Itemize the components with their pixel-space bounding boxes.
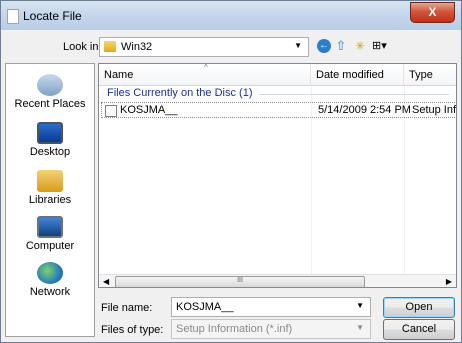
desktop-icon [37, 122, 63, 144]
back-arrow-icon[interactable]: ← [317, 39, 331, 53]
place-label: Computer [25, 240, 75, 252]
column-header-date-modified[interactable]: Date modified [311, 64, 404, 86]
file-row[interactable]: KOSJMA__ 5/14/2009 2:54 PM Setup Info [101, 102, 457, 118]
folder-icon [104, 41, 116, 52]
file-name-label: File name: [101, 302, 153, 314]
network-icon [37, 262, 63, 284]
place-label: Desktop [29, 146, 71, 158]
chevron-down-icon: ▼ [294, 41, 302, 50]
computer-icon [37, 216, 63, 238]
column-header-label: Name [104, 69, 134, 81]
close-button[interactable]: X [410, 2, 455, 23]
file-name-value: KOSJMA__ [176, 301, 234, 313]
file-type-label: Files of type: [101, 324, 164, 336]
document-icon [7, 9, 19, 24]
recent-places-icon [37, 74, 63, 96]
view-menu-icon[interactable]: ⊞▾ [372, 39, 394, 53]
file-row-type: Setup Info [412, 104, 457, 116]
file-name-input[interactable]: KOSJMA__ ▼ [171, 297, 371, 317]
setup-file-icon [105, 105, 117, 117]
place-computer[interactable]: Computer [6, 216, 94, 252]
open-button[interactable]: Open [383, 297, 455, 318]
group-header[interactable]: Files Currently on the Disc (1) [107, 87, 253, 99]
group-divider [259, 94, 449, 95]
scroll-left-icon[interactable]: ◀ [103, 275, 109, 287]
file-row-date: 5/14/2009 2:54 PM [318, 104, 411, 116]
file-type-dropdown[interactable]: Setup Information (*.inf) ▼ [171, 319, 371, 339]
file-row-name: KOSJMA__ [120, 104, 178, 116]
column-header-type[interactable]: Type [404, 64, 456, 86]
file-type-value: Setup Information (*.inf) [176, 323, 293, 335]
look-in-label: Look in: [63, 41, 102, 53]
place-desktop[interactable]: Desktop [6, 122, 94, 158]
title-bar: Locate File X [1, 1, 461, 30]
window-title: Locate File [23, 9, 82, 23]
places-bar: Recent Places Desktop Libraries Computer… [5, 63, 95, 337]
place-label: Libraries [28, 194, 72, 206]
libraries-icon [37, 170, 63, 192]
new-folder-icon[interactable]: ✳ [353, 39, 367, 53]
chevron-down-icon: ▼ [356, 323, 364, 332]
scroll-right-icon[interactable]: ▶ [446, 275, 452, 287]
look-in-dropdown[interactable]: Win32 ▼ [99, 37, 309, 57]
place-network[interactable]: Network [6, 262, 94, 298]
locate-file-dialog: Locate File X Look in: Win32 ▼ ← ⇧ ✳ ⊞▾ … [0, 0, 462, 343]
up-folder-icon[interactable]: ⇧ [334, 39, 348, 53]
file-list[interactable]: Name ^ Date modified Type Files Currentl… [98, 63, 457, 288]
horizontal-scrollbar[interactable]: ◀ III ▶ [99, 274, 456, 287]
chevron-down-icon[interactable]: ▼ [356, 301, 364, 310]
place-label: Recent Places [14, 98, 86, 110]
scrollbar-thumb[interactable]: III [115, 276, 365, 287]
place-label: Network [29, 286, 71, 298]
place-libraries[interactable]: Libraries [6, 170, 94, 206]
column-header-name[interactable]: Name ^ [99, 64, 311, 86]
cancel-button[interactable]: Cancel [383, 319, 455, 340]
sort-ascending-icon: ^ [204, 63, 208, 72]
place-recent-places[interactable]: Recent Places [6, 74, 94, 110]
look-in-value: Win32 [121, 41, 153, 53]
